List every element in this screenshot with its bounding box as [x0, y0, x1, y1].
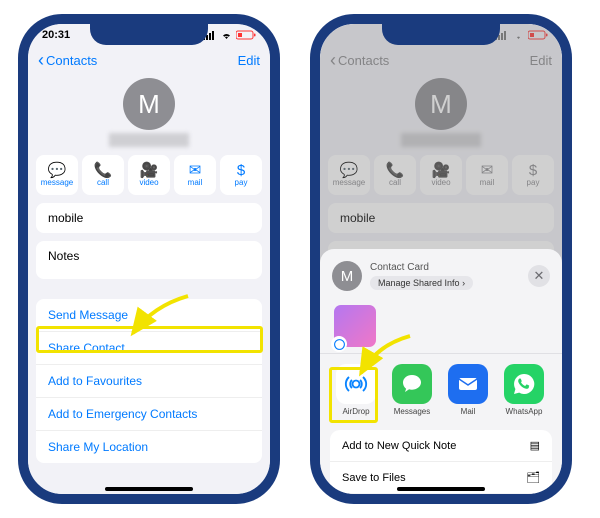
share-sheet: M Contact Card Manage Shared Info › ✕ Ai… [320, 249, 562, 494]
nav-bar: ‹Contacts Edit [320, 46, 562, 74]
contact-avatar[interactable]: M [123, 78, 175, 130]
menu-label: Save to Files [342, 472, 406, 484]
message-button[interactable]: 💬message [328, 155, 370, 195]
battery-icon [236, 30, 256, 40]
contact-preview[interactable] [334, 305, 376, 347]
sheet-avatar: M [332, 261, 362, 291]
status-icons [203, 30, 256, 40]
status-time: 20:31 [42, 29, 70, 41]
mobile-cell: mobile [328, 203, 554, 233]
sheet-header: M Contact Card Manage Shared Info › ✕ [320, 257, 562, 299]
mail-icon: ✉ [481, 163, 494, 178]
pay-button[interactable]: $pay [512, 155, 554, 195]
wifi-icon [220, 31, 233, 40]
video-icon: 🎥 [432, 163, 451, 178]
airdrop-app[interactable]: AirDrop [334, 364, 378, 416]
send-message-link[interactable]: Send Message [36, 299, 262, 332]
link-group: Send Message Share Contact Add to Favour… [36, 299, 262, 463]
call-icon: 📞 [94, 163, 113, 178]
wifi-icon [512, 31, 525, 40]
close-button[interactable]: ✕ [528, 265, 550, 287]
share-apps-row: AirDrop Messages Mail WhatsApp [320, 353, 562, 422]
sheet-title: Contact Card [370, 262, 520, 273]
action-label: mail [480, 178, 495, 187]
video-icon: 🎥 [140, 163, 159, 178]
action-label: video [139, 178, 158, 187]
back-label: Contacts [338, 53, 389, 68]
back-button[interactable]: ‹Contacts [330, 51, 389, 69]
quick-note[interactable]: Add to New Quick Note ▤ [330, 430, 552, 462]
share-sheet-screen: ‹Contacts Edit M 💬message📞call🎥video✉mai… [320, 24, 562, 494]
home-indicator[interactable] [397, 487, 485, 491]
chevron-right-icon: › [462, 278, 465, 288]
app-label: Mail [461, 407, 476, 416]
message-icon: 💬 [340, 163, 359, 178]
call-icon: 📞 [386, 163, 405, 178]
phone-left: 20:31 ‹Contacts Edit M 💬message📞call🎥vid… [18, 14, 280, 504]
phone-right: ‹Contacts Edit M 💬message📞call🎥video✉mai… [310, 14, 572, 504]
contact-avatar: M [415, 78, 467, 130]
mail-icon: ✉ [189, 163, 202, 178]
add-favourites-link[interactable]: Add to Favourites [36, 365, 262, 398]
action-row: 💬message📞call🎥video✉mail$pay [320, 155, 562, 195]
edit-button[interactable]: Edit [238, 53, 260, 68]
status-icons [495, 30, 548, 40]
message-button[interactable]: 💬message [36, 155, 78, 195]
video-button[interactable]: 🎥video [420, 155, 462, 195]
mail-button[interactable]: ✉mail [174, 155, 216, 195]
messages-app-icon [392, 364, 432, 404]
notes-cell[interactable]: Notes [36, 241, 262, 279]
nav-bar: ‹Contacts Edit [28, 46, 270, 74]
notch [90, 21, 208, 45]
status-time [334, 29, 337, 41]
action-label: video [431, 178, 450, 187]
call-button[interactable]: 📞call [82, 155, 124, 195]
chevron-left-icon: ‹ [38, 51, 44, 69]
action-row: 💬message📞call🎥video✉mail$pay [28, 155, 270, 195]
manage-shared-info[interactable]: Manage Shared Info › [370, 276, 473, 290]
action-label: message [333, 178, 365, 187]
battery-icon [528, 30, 548, 40]
contact-name-redacted [401, 133, 481, 147]
airdrop-app-icon [336, 364, 376, 404]
app-label: WhatsApp [506, 407, 543, 416]
menu-icon: ▤ [530, 439, 540, 452]
close-icon: ✕ [534, 268, 545, 284]
message-icon: 💬 [48, 163, 67, 178]
mail-app[interactable]: Mail [446, 364, 490, 416]
contact-name-redacted [109, 133, 189, 147]
call-button[interactable]: 📞call [374, 155, 416, 195]
whatsapp-app-icon [504, 364, 544, 404]
action-label: pay [527, 178, 540, 187]
mail-app-icon [448, 364, 488, 404]
edit-button[interactable]: Edit [530, 53, 552, 68]
home-indicator[interactable] [105, 487, 193, 491]
contact-screen: 20:31 ‹Contacts Edit M 💬message📞call🎥vid… [28, 24, 270, 494]
share-contact-link[interactable]: Share Contact [36, 332, 262, 365]
chevron-left-icon: ‹ [330, 51, 336, 69]
action-label: mail [188, 178, 203, 187]
back-label: Contacts [46, 53, 97, 68]
mobile-cell[interactable]: mobile [36, 203, 262, 233]
pay-icon: $ [237, 163, 245, 178]
action-menu: Add to New Quick Note ▤ Save to Files 🗂 [330, 430, 552, 493]
menu-icon: 🗂 [526, 471, 540, 484]
pay-icon: $ [529, 163, 537, 178]
video-button[interactable]: 🎥video [128, 155, 170, 195]
action-label: call [97, 178, 109, 187]
app-label: Messages [394, 407, 430, 416]
menu-label: Add to New Quick Note [342, 440, 456, 452]
back-button[interactable]: ‹Contacts [38, 51, 97, 69]
whatsapp-app[interactable]: WhatsApp [502, 364, 546, 416]
messages-app[interactable]: Messages [390, 364, 434, 416]
share-location-link[interactable]: Share My Location [36, 431, 262, 463]
action-label: message [41, 178, 73, 187]
notch [382, 21, 500, 45]
add-emergency-link[interactable]: Add to Emergency Contacts [36, 398, 262, 431]
pay-button[interactable]: $pay [220, 155, 262, 195]
mail-button[interactable]: ✉mail [466, 155, 508, 195]
action-label: call [389, 178, 401, 187]
app-label: AirDrop [342, 407, 369, 416]
action-label: pay [235, 178, 248, 187]
